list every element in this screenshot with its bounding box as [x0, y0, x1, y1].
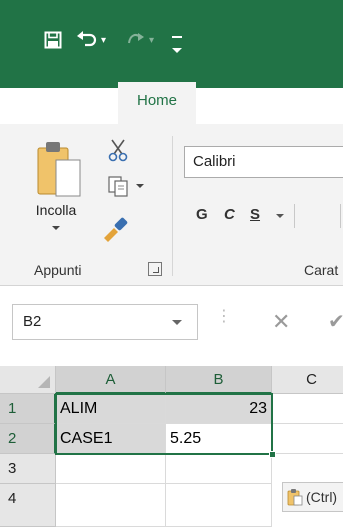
cell-b2-active[interactable]: 5.25 — [166, 424, 272, 454]
customize-icon — [172, 27, 182, 53]
underline-button[interactable]: S — [250, 206, 260, 223]
paste-options-icon — [287, 489, 303, 506]
cell-a1[interactable]: ALIM — [56, 394, 166, 424]
redo-icon — [128, 33, 144, 44]
copy-icon[interactable] — [106, 174, 130, 198]
paste-icon[interactable] — [36, 138, 82, 200]
formula-bar-grip-icon[interactable]: ⋮ — [216, 306, 232, 326]
paste-dropdown-icon[interactable] — [52, 226, 60, 230]
clipboard-dialog-launcher-icon[interactable] — [148, 262, 162, 276]
cell-a2[interactable]: CASE1 — [56, 424, 166, 454]
column-header-a[interactable]: A — [56, 366, 166, 394]
customize-quick-access-button[interactable] — [172, 22, 194, 58]
tab-file[interactable]: File — [44, 82, 84, 118]
fill-handle[interactable] — [269, 451, 276, 458]
name-box[interactable]: B2 — [12, 304, 198, 340]
row-header-3[interactable]: 3 — [0, 454, 56, 484]
undo-icon — [77, 31, 97, 47]
cell-b1[interactable]: 23 — [166, 394, 272, 424]
undo-button[interactable]: ▾ — [76, 22, 120, 58]
paste-options-label: (Ctrl) — [306, 489, 338, 505]
italic-button[interactable]: C — [224, 206, 235, 223]
paste-options-button[interactable]: (Ctrl) — [282, 482, 343, 512]
cell-b4[interactable] — [166, 484, 272, 527]
cell-c1[interactable] — [272, 394, 343, 424]
cell-a3[interactable] — [56, 454, 166, 484]
underline-dropdown-icon[interactable] — [276, 214, 284, 218]
ribbon-group-divider — [172, 136, 173, 276]
format-painter-icon[interactable] — [100, 212, 130, 242]
row-header-1[interactable]: 1 — [0, 394, 56, 424]
paste-button[interactable]: Incolla — [20, 202, 92, 218]
cell-b3[interactable] — [166, 454, 272, 484]
row-header-4[interactable]: 4 — [0, 484, 56, 527]
cancel-entry-icon[interactable]: ✕ — [272, 304, 290, 340]
enter-icon[interactable]: ✔ — [328, 304, 343, 340]
divider — [340, 204, 341, 228]
bold-button[interactable]: G — [196, 206, 208, 223]
column-header-b[interactable]: B — [166, 366, 272, 394]
copy-dropdown-icon[interactable] — [136, 184, 144, 188]
name-box-dropdown-icon[interactable] — [172, 320, 182, 325]
save-icon — [44, 31, 62, 49]
clipboard-group-label: Appunti — [34, 262, 82, 278]
undo-dropdown-icon[interactable]: ▾ — [101, 35, 106, 46]
tab-insert[interactable]: Inserisci — [230, 82, 316, 118]
redo-dropdown-icon[interactable]: ▾ — [149, 35, 154, 46]
row-header-2[interactable]: 2 — [0, 424, 56, 454]
tab-home[interactable]: Home — [118, 82, 196, 124]
cell-c2[interactable] — [272, 424, 343, 454]
select-all-icon — [38, 376, 50, 388]
cut-icon[interactable] — [106, 138, 130, 162]
column-header-c[interactable]: C — [272, 366, 343, 394]
save-button[interactable] — [44, 22, 70, 58]
cell-a4[interactable] — [56, 484, 166, 527]
font-name-input[interactable]: Calibri — [184, 146, 343, 178]
divider — [294, 204, 295, 228]
redo-button[interactable]: ▾ — [126, 22, 166, 58]
font-group-label: Carat — [304, 262, 339, 278]
